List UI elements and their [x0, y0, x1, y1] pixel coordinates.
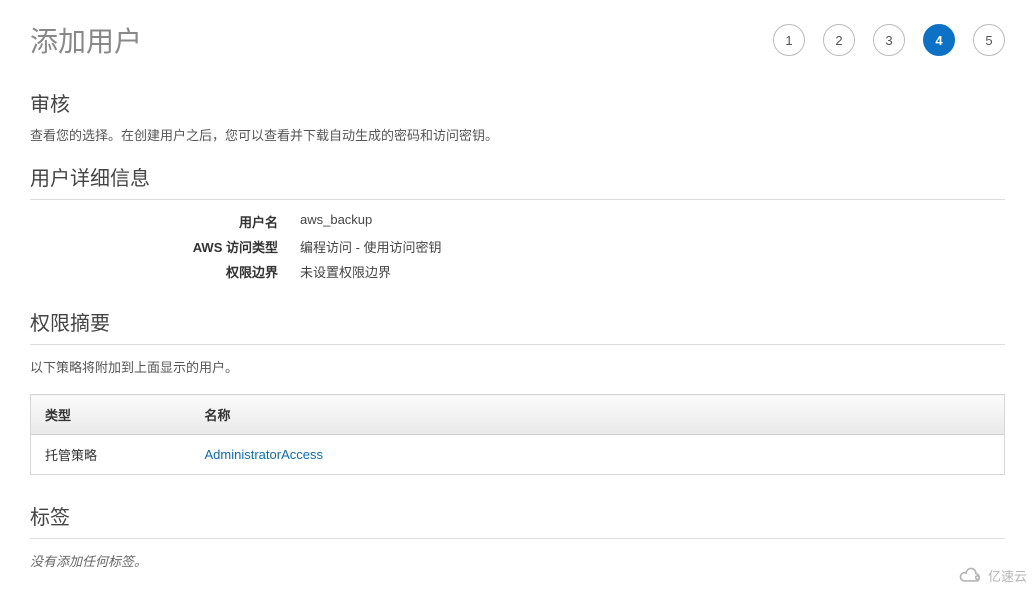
review-heading: 审核	[30, 88, 1005, 117]
detail-row-username: 用户名 aws_backup	[30, 212, 1005, 231]
detail-label: 用户名	[30, 212, 300, 231]
step-2[interactable]: 2	[823, 24, 855, 56]
detail-label: AWS 访问类型	[30, 237, 300, 256]
detail-value: aws_backup	[300, 212, 372, 231]
tags-heading: 标签	[30, 501, 1005, 530]
table-header-name: 名称	[191, 395, 1005, 435]
table-header-type: 类型	[31, 395, 191, 435]
detail-value: 编程访问 - 使用访问密钥	[300, 237, 442, 256]
details-heading: 用户详细信息	[30, 162, 1005, 191]
table-row: 托管策略 AdministratorAccess	[31, 435, 1005, 475]
step-5[interactable]: 5	[973, 24, 1005, 56]
detail-row-access-type: AWS 访问类型 编程访问 - 使用访问密钥	[30, 237, 1005, 256]
permissions-heading: 权限摘要	[30, 307, 1005, 336]
permissions-description: 以下策略将附加到上面显示的用户。	[30, 357, 1005, 376]
wizard-stepper: 1 2 3 4 5	[773, 24, 1005, 56]
review-description: 查看您的选择。在创建用户之后，您可以查看并下载自动生成的密码和访问密钥。	[30, 125, 1005, 144]
policy-name-link[interactable]: AdministratorAccess	[205, 447, 323, 462]
page-title: 添加用户	[30, 20, 142, 60]
divider	[30, 344, 1005, 345]
divider	[30, 538, 1005, 539]
divider	[30, 199, 1005, 200]
step-3[interactable]: 3	[873, 24, 905, 56]
policy-type: 托管策略	[31, 435, 191, 475]
user-details: 用户名 aws_backup AWS 访问类型 编程访问 - 使用访问密钥 权限…	[30, 212, 1005, 281]
detail-label: 权限边界	[30, 262, 300, 281]
detail-row-permission-boundary: 权限边界 未设置权限边界	[30, 262, 1005, 281]
permissions-table: 类型 名称 托管策略 AdministratorAccess	[30, 394, 1005, 475]
step-1[interactable]: 1	[773, 24, 805, 56]
detail-value: 未设置权限边界	[300, 262, 391, 281]
tags-empty-text: 没有添加任何标签。	[30, 551, 1005, 570]
step-4[interactable]: 4	[923, 24, 955, 56]
